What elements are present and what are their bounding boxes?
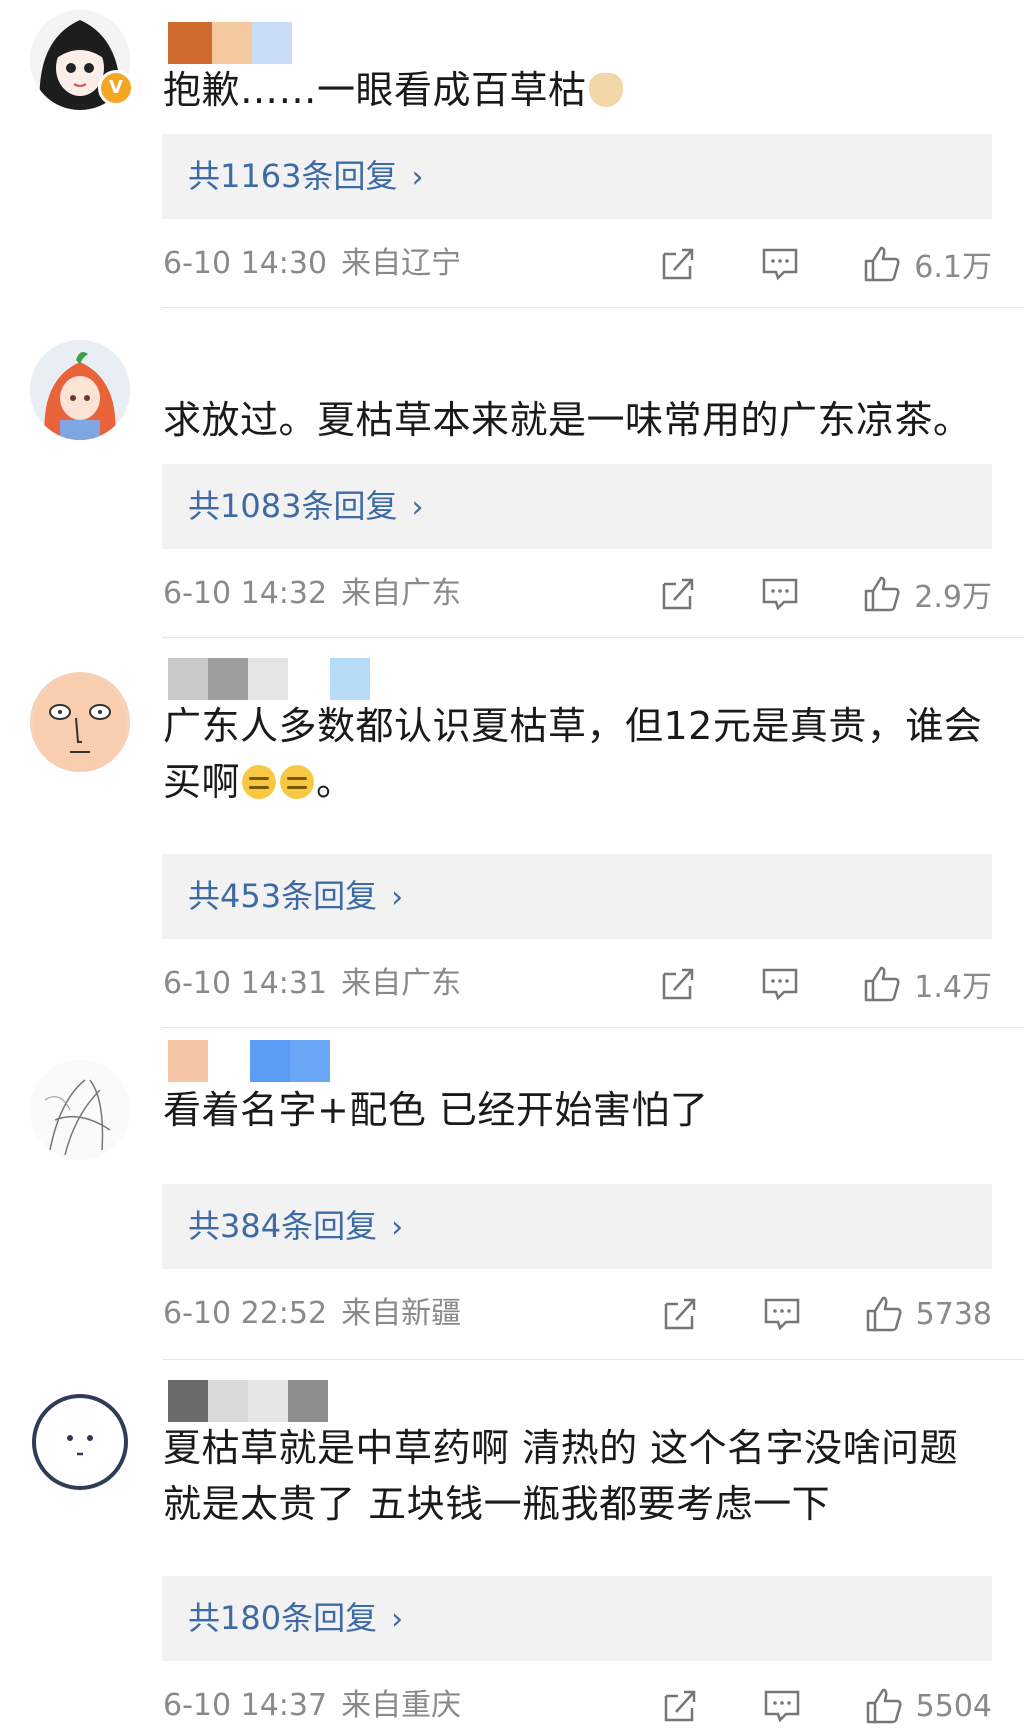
timestamp: 6-10 22:52	[163, 1296, 328, 1331]
like-icon[interactable]	[862, 244, 902, 284]
replies-link[interactable]: 共1083条回复 ›	[162, 464, 992, 549]
like-icon[interactable]	[864, 1294, 904, 1334]
comment-text: 抱歉……一眼看成百草枯	[163, 62, 983, 118]
replies-link[interactable]: 共1163条回复 ›	[162, 134, 992, 219]
comment-icon[interactable]	[762, 1294, 802, 1334]
location: 来自广东	[341, 576, 462, 611]
verified-badge-icon: V	[98, 70, 134, 106]
chevron-right-icon: ›	[391, 880, 404, 915]
comment-item: V 抱歉……一眼看成百草枯 共1163条回复 › 6-10 14:30 来自辽宁 6…	[0, 0, 1024, 308]
comment-icon[interactable]	[760, 574, 800, 614]
chevron-right-icon: ›	[411, 160, 424, 195]
comment-icon[interactable]	[760, 244, 800, 284]
comment-meta: 6-10 22:52 来自新疆	[163, 1294, 461, 1334]
share-icon[interactable]	[658, 244, 698, 284]
comment-text: 看着名字+配色 已经开始害怕了	[163, 1088, 709, 1132]
comment-meta: 6-10 14:32 来自广东	[163, 574, 461, 614]
comment-text: 广东人多数都认识夏枯草，但12元是真贵，谁会 买啊。	[163, 704, 983, 804]
divider	[162, 1359, 1024, 1360]
comment-meta: 6-10 14:31 来自广东	[163, 964, 461, 1004]
username-mosaic[interactable]	[168, 658, 370, 700]
replies-link[interactable]: 共180条回复 ›	[162, 1576, 992, 1661]
comment-meta: 6-10 14:30 来自辽宁	[163, 244, 461, 284]
comment-text: 夏枯草就是中草药啊 清热的 这个名字没啥问题 就是太贵了 五块钱一瓶我都要考虑一…	[163, 1426, 959, 1526]
comment-actions: 1.4万	[658, 962, 992, 1006]
share-icon[interactable]	[660, 1294, 700, 1334]
like-count: 5738	[915, 1296, 992, 1332]
avatar[interactable]	[30, 672, 130, 772]
timestamp: 6-10 14:31	[163, 966, 328, 1001]
timestamp: 6-10 14:37	[163, 1688, 328, 1723]
comment-item: 看着名字+配色 已经开始害怕了 共384条回复 › 6-10 22:52 来自新疆 …	[0, 1040, 1024, 1360]
location: 来自辽宁	[341, 246, 462, 281]
username-mosaic[interactable]	[168, 1040, 330, 1082]
avatar[interactable]	[30, 340, 130, 440]
timestamp: 6-10 14:30	[163, 246, 328, 281]
comment-meta: 6-10 14:37 来自重庆	[163, 1686, 461, 1726]
share-icon[interactable]	[660, 1686, 700, 1726]
share-icon[interactable]	[658, 574, 698, 614]
like-count: 1.4万	[914, 970, 992, 1005]
divider	[162, 307, 1024, 308]
chevron-right-icon: ›	[391, 1210, 404, 1245]
avatar[interactable]	[30, 1392, 130, 1492]
comment-actions: 2.9万	[658, 572, 992, 616]
speechless-face-icon	[280, 765, 315, 799]
comment-actions: 6.1万	[658, 242, 992, 286]
avatar[interactable]	[30, 1060, 130, 1160]
share-icon[interactable]	[658, 964, 698, 1004]
divider	[162, 1027, 1024, 1028]
comment-icon[interactable]	[760, 964, 800, 1004]
like-icon[interactable]	[862, 964, 902, 1004]
location: 来自新疆	[341, 1296, 462, 1331]
like-icon[interactable]	[864, 1686, 904, 1726]
location: 来自广东	[341, 966, 462, 1001]
location: 来自重庆	[341, 1688, 462, 1723]
like-count: 5504	[915, 1688, 992, 1724]
comment-item: 广东人多数都认识夏枯草，但12元是真贵，谁会 买啊。 共453条回复 › 6-10…	[0, 648, 1024, 1028]
like-count: 6.1万	[914, 250, 992, 285]
cat-icon	[588, 73, 623, 107]
like-count: 2.9万	[914, 580, 992, 615]
chevron-right-icon: ›	[411, 490, 424, 525]
like-icon[interactable]	[862, 574, 902, 614]
comment-item: 求放过。夏枯草本来就是一味常用的广东凉茶。 共1083条回复 › 6-10 14:…	[0, 330, 1024, 638]
comment-actions: 5504	[660, 1684, 992, 1728]
chevron-right-icon: ›	[391, 1602, 404, 1637]
replies-link[interactable]: 共384条回复 ›	[162, 1184, 992, 1269]
comment-icon[interactable]	[762, 1686, 802, 1726]
comment-text: 求放过。夏枯草本来就是一味常用的广东凉茶。	[163, 398, 972, 442]
username-mosaic[interactable]	[168, 1380, 328, 1422]
divider	[162, 637, 1024, 638]
username-mosaic[interactable]	[168, 22, 292, 64]
replies-link[interactable]: 共453条回复 ›	[162, 854, 992, 939]
timestamp: 6-10 14:32	[163, 576, 328, 611]
comment-actions: 5738	[660, 1292, 992, 1336]
speechless-face-icon	[242, 765, 277, 799]
comment-item: 夏枯草就是中草药啊 清热的 这个名字没啥问题 就是太贵了 五块钱一瓶我都要考虑一…	[0, 1378, 1024, 1731]
